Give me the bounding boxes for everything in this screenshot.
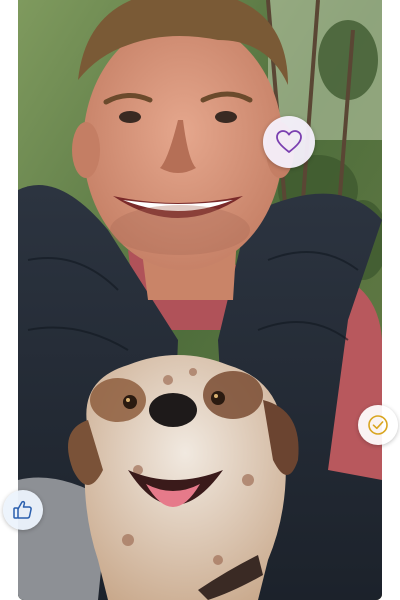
verified-button[interactable]	[358, 405, 398, 445]
like-button[interactable]	[3, 490, 43, 530]
favorite-button[interactable]	[263, 116, 315, 168]
check-circle-icon	[367, 414, 389, 436]
screen	[0, 0, 400, 600]
heart-icon	[276, 130, 302, 154]
thumbs-up-icon	[12, 499, 34, 521]
profile-photo[interactable]	[18, 0, 382, 600]
photo-illustration	[18, 0, 382, 600]
